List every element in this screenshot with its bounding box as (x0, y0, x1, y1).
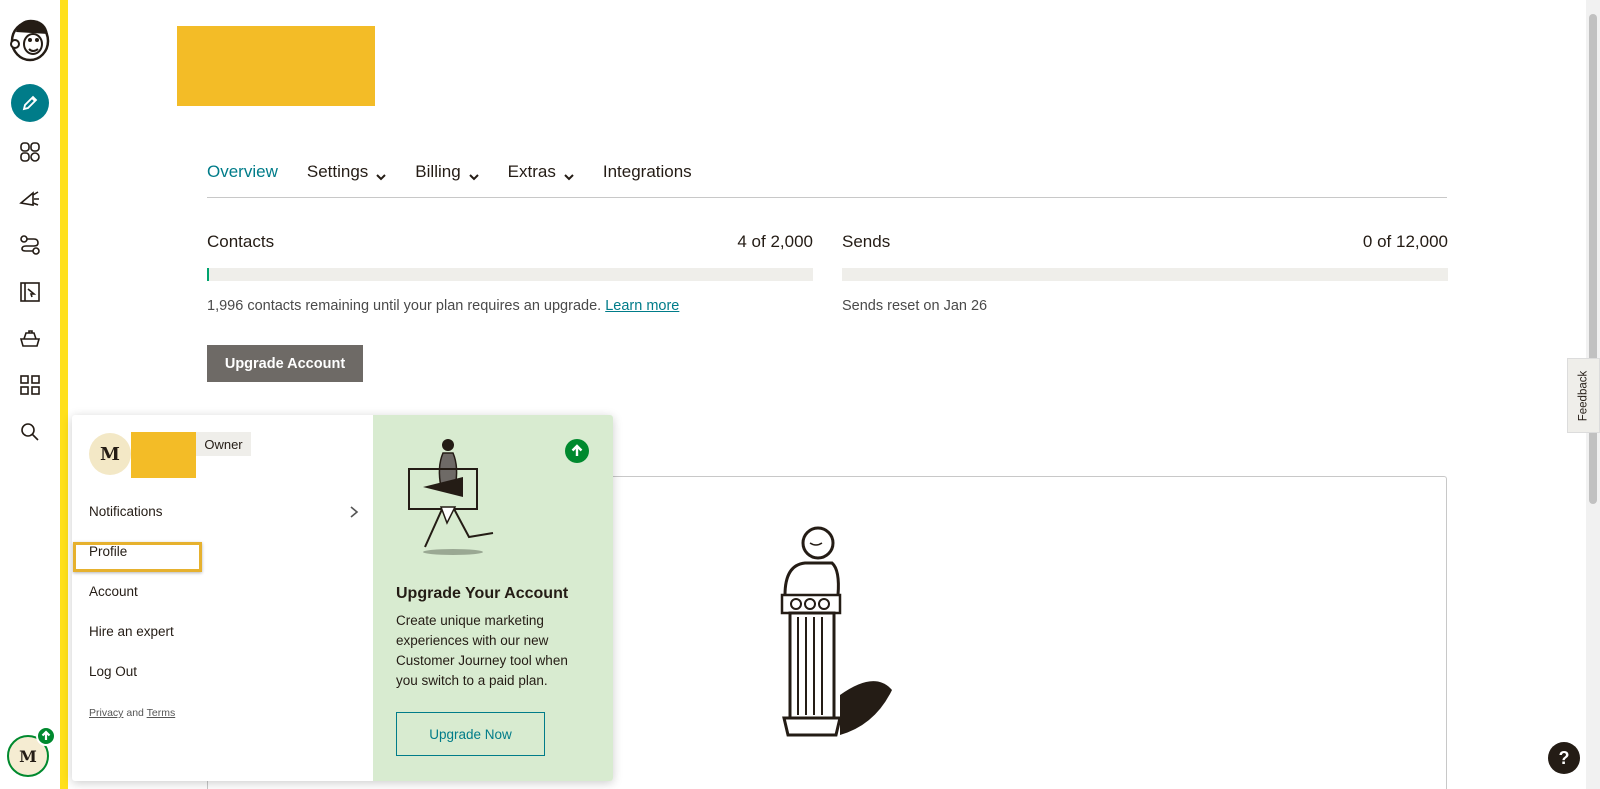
upgrade-badge-icon (36, 726, 56, 746)
help-button[interactable]: ? (1548, 742, 1580, 774)
chevron-right-icon (350, 506, 359, 518)
menu-item-notifications[interactable]: Notifications (89, 504, 359, 519)
account-menu-panel: M Owner Notifications Profile Account Hi… (72, 415, 373, 781)
website-icon[interactable] (14, 276, 46, 308)
sends-note: Sends reset on Jan 26 (842, 298, 988, 314)
audience-icon[interactable] (14, 136, 46, 168)
tab-integrations[interactable]: Integrations (603, 162, 692, 198)
privacy-link[interactable]: Privacy (89, 707, 123, 719)
menu-item-label: Notifications (89, 504, 163, 519)
account-menu-popup: M Owner Notifications Profile Account Hi… (72, 415, 613, 781)
redacted-account-name (177, 26, 375, 106)
feedback-tab[interactable]: Feedback (1567, 358, 1600, 433)
contacts-label: Contacts (207, 232, 275, 251)
tab-label: Integrations (602, 162, 692, 181)
chevron-down-icon (468, 167, 479, 181)
tab-label: Settings (306, 162, 369, 181)
mailchimp-logo-icon[interactable] (6, 14, 54, 64)
upgrade-now-button[interactable]: Upgrade Now (396, 712, 545, 756)
menu-item-hire-expert[interactable]: Hire an expert (89, 624, 174, 639)
account-tabs: Overview Settings Billing Extras Integra… (207, 162, 1447, 198)
upgrade-promo-panel: Upgrade Your Account Create unique marke… (373, 415, 613, 781)
automations-icon[interactable] (14, 229, 46, 261)
contacts-usage: Contacts 4 of 2,000 1,996 contacts remai… (207, 232, 813, 314)
brand-stripe (60, 0, 68, 789)
feedback-label: Feedback (1577, 370, 1590, 421)
search-icon[interactable] (14, 416, 46, 448)
sends-usage: Sends 0 of 12,000 Sends reset on Jan 26 (842, 232, 1448, 314)
contacts-note: 1,996 contacts remaining until your plan… (207, 298, 602, 314)
legal-and: and (126, 707, 144, 719)
menu-item-account[interactable]: Account (89, 584, 138, 599)
avatar-initial: M (100, 443, 120, 465)
chevron-down-icon (376, 167, 387, 181)
terms-link[interactable]: Terms (147, 707, 176, 719)
avatar: M (89, 433, 131, 475)
contacts-count: 4 of 2,000 (737, 232, 813, 251)
sends-label: Sends (842, 232, 891, 251)
tab-label: Billing (415, 162, 461, 181)
campaigns-icon[interactable] (14, 182, 46, 214)
pencil-icon (22, 95, 38, 111)
tab-settings[interactable]: Settings (306, 162, 387, 198)
promo-title: Upgrade Your Account (396, 585, 569, 602)
redacted-user-name (131, 432, 196, 478)
legal-links: Privacy and Terms (89, 707, 175, 719)
left-nav-rail: M (0, 0, 60, 789)
tab-label: Extras (507, 162, 556, 181)
tab-overview[interactable]: Overview (207, 162, 278, 198)
column-statue-illustration (780, 525, 910, 755)
contacts-progress-bar (207, 268, 813, 281)
tab-extras[interactable]: Extras (508, 162, 574, 198)
contacts-progress-fill (207, 268, 209, 281)
avatar-initial: M (19, 746, 37, 766)
tab-label: Overview (207, 162, 278, 181)
role-badge: Owner (196, 432, 251, 456)
tab-billing[interactable]: Billing (415, 162, 479, 198)
walking-person-illustration (403, 437, 513, 557)
content-studio-icon[interactable] (14, 323, 46, 355)
upgrade-account-button[interactable]: Upgrade Account (207, 345, 363, 382)
promo-text: Create unique marketing experiences with… (396, 613, 568, 688)
learn-more-link[interactable]: Learn more (605, 298, 679, 314)
menu-item-profile[interactable]: Profile (89, 544, 127, 559)
sends-progress-bar (842, 268, 1448, 281)
upgrade-arrow-icon (565, 439, 589, 463)
sends-count: 0 of 12,000 (1362, 232, 1448, 251)
chevron-down-icon (564, 167, 574, 181)
menu-item-logout[interactable]: Log Out (89, 664, 137, 679)
integrations-grid-icon[interactable] (14, 369, 46, 401)
create-pencil-button[interactable] (11, 84, 49, 122)
